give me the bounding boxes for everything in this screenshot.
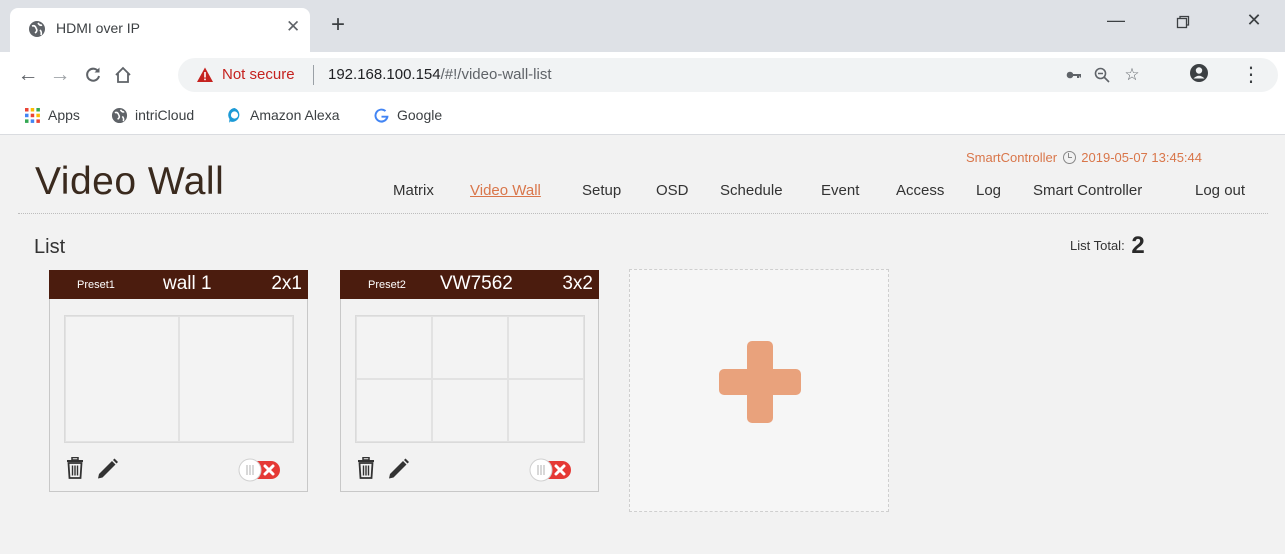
nav-log-out[interactable]: Log out [1195, 182, 1245, 199]
card-wall-name: wall 1 [163, 273, 212, 294]
browser-toolbar: ← → Not secure 192.168.100.154/#!/video-… [0, 52, 1285, 98]
plus-icon [719, 341, 801, 423]
bookmark-amazon-alexa[interactable]: Amazon Alexa [226, 106, 356, 126]
bookmark-intricloud[interactable]: intriCloud [111, 106, 211, 126]
video-wall-card[interactable]: Preset2 VW7562 3x2 [340, 270, 599, 492]
card-header: Preset1 wall 1 2x1 [49, 270, 308, 299]
header-divider [18, 213, 1268, 214]
tab-title: HDMI over IP [56, 20, 141, 36]
list-total-count: 2 [1131, 232, 1145, 259]
back-arrow-icon[interactable]: ← [15, 62, 41, 88]
nav-smart-controller[interactable]: Smart Controller [1033, 182, 1142, 199]
bookmark-google[interactable]: Google [373, 106, 453, 126]
pencil-edit-icon[interactable] [386, 457, 410, 479]
bookmark-label: Google [397, 107, 443, 123]
controller-status: SmartController 2019-05-07 13:45:44 [966, 150, 1202, 165]
zoom-out-icon[interactable] [1091, 64, 1113, 86]
wall-layout-grid [355, 315, 585, 443]
browser-tab[interactable]: HDMI over IP ✕ [10, 8, 310, 52]
trash-icon[interactable] [65, 457, 85, 479]
wall-screen-cell [356, 316, 432, 379]
list-total-label: List Total: [1070, 238, 1125, 253]
bookmarks-bar: Apps intriCloud Amazon Alexa Google [0, 98, 1285, 135]
forward-arrow-icon[interactable]: → [47, 62, 73, 88]
controller-datetime: 2019-05-07 13:45:44 [1081, 150, 1202, 165]
bookmark-star-icon[interactable]: ☆ [1121, 64, 1143, 86]
wall-screen-cell [65, 316, 179, 442]
card-preset: Preset1 [77, 279, 115, 291]
kebab-menu-icon[interactable]: ⋮ [1240, 64, 1262, 86]
page-content: Video Wall SmartController 2019-05-07 13… [0, 136, 1285, 554]
clock-icon [1062, 151, 1076, 164]
wall-screen-cell [179, 316, 293, 442]
list-title: List [34, 236, 66, 258]
pencil-edit-icon[interactable] [95, 457, 119, 479]
add-video-wall-button[interactable] [629, 269, 889, 512]
window-minimize-icon[interactable]: — [1096, 10, 1136, 38]
not-secure-label: Not secure [222, 66, 295, 83]
list-total: List Total: 2 [1070, 232, 1145, 260]
nav-access[interactable]: Access [896, 182, 944, 199]
bookmark-label: Amazon Alexa [250, 107, 340, 123]
bookmark-label: intriCloud [135, 107, 195, 123]
address-divider [313, 65, 314, 85]
wall-screen-cell [356, 379, 432, 442]
bookmark-label: Apps [48, 107, 80, 123]
bookmark-apps[interactable]: Apps [24, 106, 94, 126]
new-tab-plus-icon[interactable]: + [331, 13, 345, 37]
card-wall-size: 3x2 [562, 273, 593, 294]
window-close-icon[interactable]: ✕ [1234, 10, 1274, 38]
google-g-icon [374, 108, 389, 123]
tab-close-icon[interactable]: ✕ [286, 17, 300, 37]
warning-triangle-icon [197, 67, 213, 82]
nav-matrix[interactable]: Matrix [393, 182, 434, 199]
wall-screen-cell [432, 379, 508, 442]
nav-schedule[interactable]: Schedule [720, 182, 783, 199]
window-restore-icon[interactable] [1163, 10, 1203, 38]
toggle-off-switch[interactable] [238, 458, 284, 482]
main-nav: Matrix Video Wall Setup OSD Schedule Eve… [0, 182, 1285, 206]
card-wall-name: VW7562 [440, 273, 513, 294]
home-icon[interactable] [110, 62, 136, 88]
url-text: 192.168.100.154/#!/video-wall-list [328, 66, 552, 83]
reload-icon[interactable] [80, 62, 106, 88]
url-path: /#!/video-wall-list [440, 66, 552, 83]
apps-grid-icon [25, 108, 40, 123]
address-bar[interactable]: Not secure 192.168.100.154/#!/video-wall… [178, 58, 1278, 92]
nav-log[interactable]: Log [976, 182, 1001, 199]
wall-screen-cell [508, 379, 584, 442]
card-preset: Preset2 [368, 279, 406, 291]
toggle-off-switch[interactable] [529, 458, 575, 482]
controller-name: SmartController [966, 150, 1058, 165]
url-host: 192.168.100.154 [328, 66, 441, 83]
nav-video-wall[interactable]: Video Wall [470, 182, 541, 199]
nav-osd[interactable]: OSD [656, 182, 689, 199]
browser-tab-strip: HDMI over IP ✕ + — ✕ [0, 0, 1285, 52]
card-header: Preset2 VW7562 3x2 [340, 270, 599, 299]
video-wall-card[interactable]: Preset1 wall 1 2x1 [49, 270, 308, 492]
trash-icon[interactable] [356, 457, 376, 479]
alexa-ring-icon [228, 108, 240, 123]
profile-avatar-icon[interactable] [1188, 63, 1210, 85]
wall-screen-cell [432, 316, 508, 379]
globe-icon [29, 21, 45, 37]
card-wall-size: 2x1 [271, 273, 302, 294]
globe-icon [111, 107, 128, 124]
key-icon[interactable] [1063, 64, 1085, 86]
nav-setup[interactable]: Setup [582, 182, 621, 199]
wall-layout-grid [64, 315, 294, 443]
wall-screen-cell [508, 316, 584, 379]
nav-event[interactable]: Event [821, 182, 859, 199]
